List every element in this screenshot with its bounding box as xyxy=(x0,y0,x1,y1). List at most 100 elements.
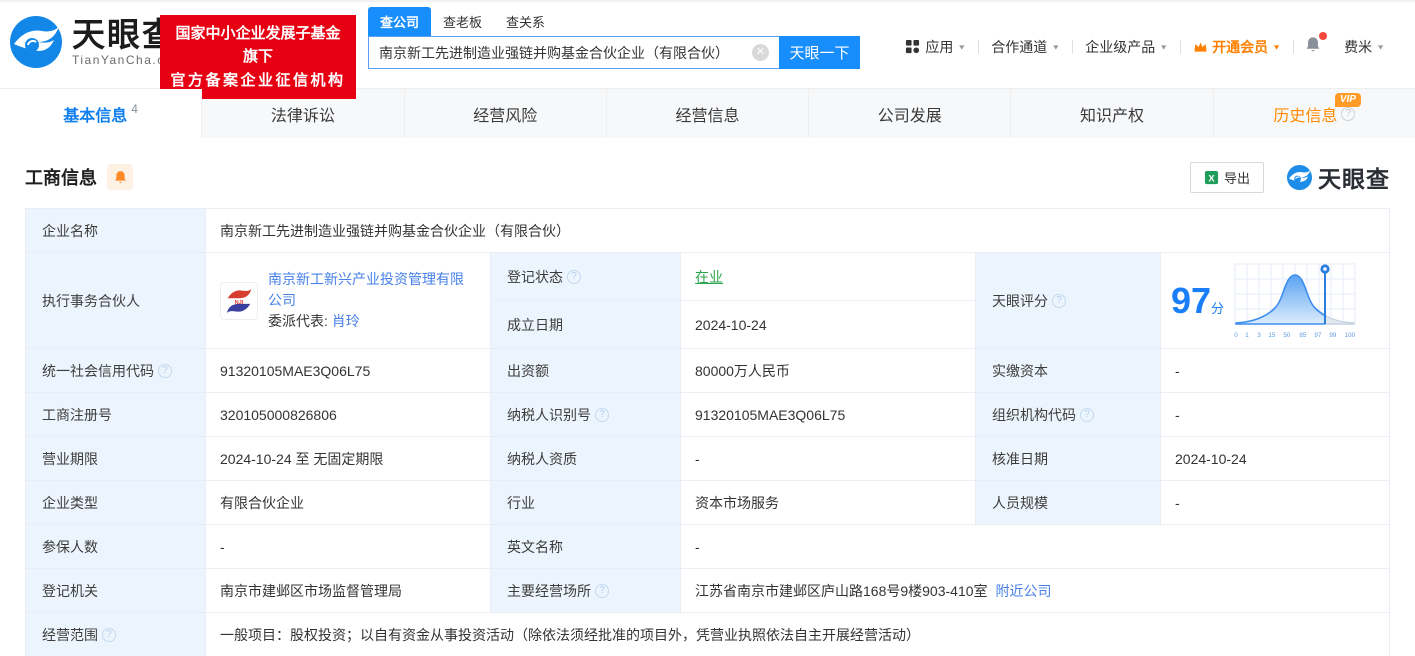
notification-dot xyxy=(1319,32,1328,40)
tab-ip[interactable]: 知识产权 xyxy=(1011,89,1214,138)
value-text: - xyxy=(1175,362,1180,379)
search-clear-icon[interactable]: ✕ xyxy=(752,44,769,61)
top-navigation: 应用 ▼ 合作通道 ▼ 企业级产品 ▼ 开通会员 ▼ 费米 ▼ xyxy=(893,32,1397,57)
tab-legal-label: 法律诉讼 xyxy=(270,107,335,125)
export-button-label: 导出 xyxy=(1223,170,1250,186)
label-text: 登记机关 xyxy=(42,582,98,599)
field-value-score: 97分 0 1 3 15 50 85 97 99 100 xyxy=(1161,253,1389,349)
detail-tabbar: 基本信息 4 法律诉讼 经营风险 经营信息 公司发展 知识产权 VIP 历史信息… xyxy=(0,88,1415,138)
partner-company-link[interactable]: 南京新工新兴产业投资管理有限公司 xyxy=(268,269,476,311)
watermark-logo: 天眼查 xyxy=(1286,160,1390,194)
tab-basic-info[interactable]: 基本信息 4 xyxy=(0,89,203,138)
field-label-industry: 行业 xyxy=(491,481,681,525)
help-icon[interactable]: ? xyxy=(1080,407,1094,422)
tab-basic-info-label: 基本信息 xyxy=(63,107,128,125)
chevron-down-icon: ▼ xyxy=(1272,42,1282,51)
apps-grid-icon xyxy=(906,39,920,54)
site-header: 天眼查 TianYanCha.com 国家中小企业发展子基金旗下 官方备案企业征… xyxy=(0,2,1415,99)
excel-icon: X xyxy=(1204,170,1219,184)
value-text: 320105000826806 xyxy=(220,406,337,423)
field-label-uscc: 统一社会信用代码 ? xyxy=(26,349,206,393)
value-text: 91320105MAE3Q06L75 xyxy=(695,406,846,423)
tab-legal[interactable]: 法律诉讼 xyxy=(202,89,405,138)
subscribe-bell-button[interactable] xyxy=(107,164,133,190)
search-tab-company[interactable]: 查公司 xyxy=(368,7,432,36)
search-input[interactable] xyxy=(368,36,779,69)
nav-enterprise-products[interactable]: 企业级产品 ▼ xyxy=(1073,37,1180,57)
field-value-taxpayer-quality: - xyxy=(681,437,976,481)
field-label-insured-count: 参保人数 xyxy=(26,525,206,569)
field-value-reg-authority: 南京市建邺区市场监督管理局 xyxy=(206,569,491,613)
field-label-business-scope: 经营范围 ? xyxy=(26,613,206,656)
tianyancha-logo[interactable]: 天眼查 TianYanCha.com xyxy=(8,14,184,70)
label-text: 实缴资本 xyxy=(992,362,1048,379)
field-value-reg-number: 320105000826806 xyxy=(206,393,491,437)
help-icon[interactable]: ? xyxy=(1052,293,1066,308)
label-text: 英文名称 xyxy=(507,538,563,555)
field-label-est-date: 成立日期 xyxy=(491,301,681,349)
label-text: 主要经营场所 xyxy=(507,582,591,599)
field-value-reg-status: 在业 xyxy=(681,253,976,301)
notifications-button[interactable] xyxy=(1294,32,1332,57)
value-text: 南京新工先进制造业强链并购基金合伙企业（有限合伙） xyxy=(220,222,570,239)
main-content: 工商信息 X 导出 天眼查 企业名称 南京新工先进制造业强链并购基金合伙企业（有… xyxy=(0,160,1415,656)
tick: 97 xyxy=(1314,332,1322,339)
field-label-contribution: 出资额 xyxy=(491,349,681,393)
score-unit: 分 xyxy=(1211,300,1225,316)
help-icon[interactable]: ? xyxy=(158,363,172,378)
label-text: 组织机构代码 xyxy=(992,406,1076,423)
help-icon[interactable]: ? xyxy=(102,627,116,642)
search-tab-boss[interactable]: 查老板 xyxy=(431,7,494,36)
field-value-est-date: 2024-10-24 xyxy=(681,301,976,349)
help-icon[interactable]: ? xyxy=(1341,106,1356,121)
label-text: 企业名称 xyxy=(42,222,98,239)
field-label-taxpayer-id: 纳税人识别号 ? xyxy=(491,393,681,437)
tab-development[interactable]: 公司发展 xyxy=(809,89,1012,138)
field-value-main-office: 江苏省南京市建邺区庐山路168号9楼903-410室 附近公司 xyxy=(681,569,1389,613)
export-button[interactable]: X 导出 xyxy=(1189,161,1264,193)
value-text: - xyxy=(695,450,700,467)
help-icon[interactable]: ? xyxy=(567,269,581,284)
label-text: 执行事务合伙人 xyxy=(42,292,140,309)
representative-link[interactable]: 肖玲 xyxy=(332,313,360,329)
tab-operation[interactable]: 经营信息 xyxy=(607,89,810,138)
tick: 1 xyxy=(1245,332,1250,339)
nearby-companies-link[interactable]: 附近公司 xyxy=(996,581,1052,601)
tab-history[interactable]: VIP 历史信息 ? xyxy=(1214,89,1415,138)
help-icon[interactable]: ? xyxy=(595,583,609,598)
label-text: 营业期限 xyxy=(42,450,98,467)
vip-badge: VIP xyxy=(1334,93,1361,107)
watermark-brand-text: 天眼查 xyxy=(1318,166,1390,192)
score-axis-ticks: 0 1 3 15 50 85 97 99 100 xyxy=(1234,332,1356,339)
search-tabs: 查公司 查老板 查关系 xyxy=(368,7,860,36)
field-value-contribution: 80000万人民币 xyxy=(681,349,976,393)
field-value-company-type: 有限合伙企业 xyxy=(206,481,491,525)
field-label-business-term: 营业期限 xyxy=(26,437,206,481)
help-icon[interactable]: ? xyxy=(595,407,609,422)
tick: 15 xyxy=(1268,332,1276,339)
nav-apps[interactable]: 应用 ▼ xyxy=(893,37,978,57)
nav-enterprise-label: 企业级产品 xyxy=(1085,38,1156,55)
tab-risk[interactable]: 经营风险 xyxy=(405,89,607,138)
value-text: 2024-10-24 xyxy=(1175,450,1247,467)
partner-company-logo: NJI xyxy=(220,281,258,320)
tick: 3 xyxy=(1256,332,1261,339)
search-button[interactable]: 天眼一下 xyxy=(779,36,860,69)
value-text: 一般项目：股权投资；以自有资金从事投资活动（除依法须经批准的项目外，凭营业执照依… xyxy=(220,626,920,643)
chevron-down-icon: ▼ xyxy=(957,42,967,51)
tick: 0 xyxy=(1234,332,1238,339)
score-number: 97 xyxy=(1171,279,1212,321)
value-text: 2024-10-24 xyxy=(695,316,767,333)
status-link[interactable]: 在业 xyxy=(695,267,723,287)
field-value-company-name: 南京新工先进制造业强链并购基金合伙企业（有限合伙） xyxy=(206,209,1389,253)
field-value-insured-count: - xyxy=(206,525,491,569)
tianyancha-logo-icon xyxy=(10,16,62,68)
label-text: 统一社会信用代码 xyxy=(42,362,154,379)
nav-partner-channel[interactable]: 合作通道 ▼ xyxy=(979,37,1072,57)
nav-user-menu[interactable]: 费米 ▼ xyxy=(1332,37,1397,57)
search-tab-relation[interactable]: 查关系 xyxy=(494,7,557,36)
field-label-score: 天眼评分 ? xyxy=(976,253,1161,349)
field-label-company-type: 企业类型 xyxy=(26,481,206,525)
tab-ip-label: 知识产权 xyxy=(1080,107,1145,125)
nav-open-vip[interactable]: 开通会员 ▼ xyxy=(1181,37,1293,57)
